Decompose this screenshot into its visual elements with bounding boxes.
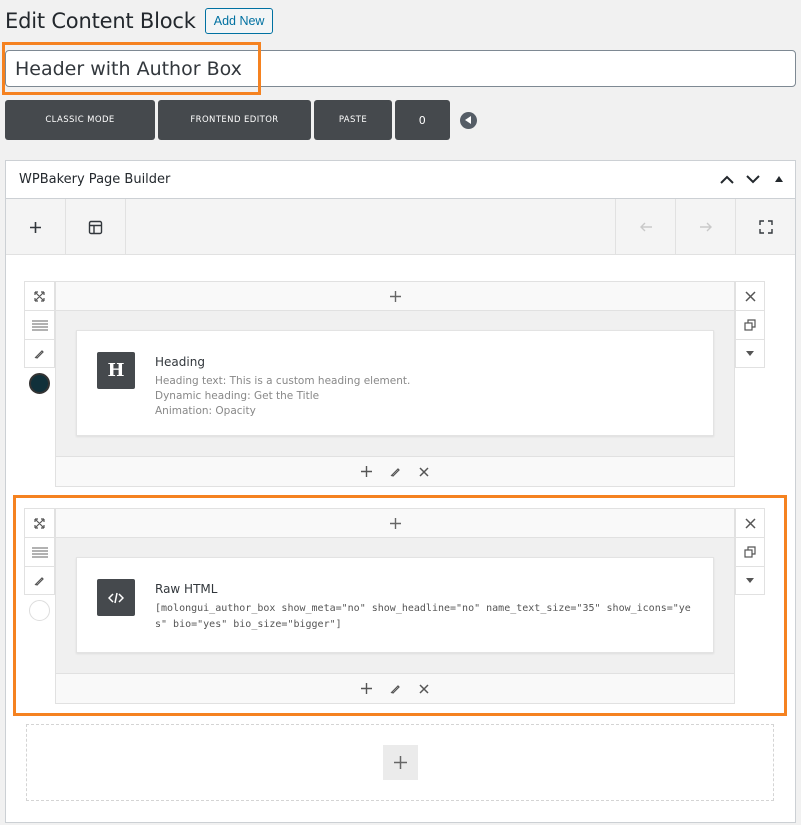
delete-row-button[interactable]	[735, 281, 765, 310]
builder-header-controls	[719, 171, 783, 187]
clone-row-button[interactable]	[735, 310, 765, 339]
row-layout-button[interactable]	[24, 310, 55, 339]
copy-icon	[744, 319, 756, 331]
undo-button[interactable]	[615, 199, 675, 255]
page-header: Edit Content Block Add New	[5, 8, 274, 34]
layout-lines-icon	[31, 547, 48, 557]
pencil-icon[interactable]	[389, 466, 401, 478]
add-row-button[interactable]	[382, 745, 418, 780]
templates-button[interactable]	[66, 199, 126, 255]
pencil-icon[interactable]	[389, 683, 401, 695]
toggle-row-button[interactable]	[735, 566, 765, 595]
paste-button[interactable]: PASTE	[314, 100, 392, 140]
caret-down-icon	[746, 351, 754, 356]
chevron-up-icon[interactable]	[719, 171, 735, 187]
template-icon	[88, 220, 103, 234]
layout-lines-icon	[31, 320, 48, 330]
close-icon	[744, 290, 756, 302]
paste-count-button[interactable]: 0	[395, 100, 450, 140]
pencil-icon	[34, 350, 44, 359]
edit-row-button[interactable]	[24, 566, 55, 595]
element-shortcode: [molongui_author_box show_meta="no" show…	[155, 603, 691, 630]
fullscreen-icon	[758, 220, 773, 234]
heading-icon: H	[97, 352, 135, 389]
plus-icon[interactable]	[360, 466, 372, 478]
caret-down-icon	[746, 578, 754, 583]
chevron-down-icon[interactable]	[745, 171, 761, 187]
page-title: Edit Content Block	[5, 9, 196, 33]
heading-element[interactable]: H Heading Heading text: This is a custom…	[76, 330, 714, 436]
builder-header: WPBakery Page Builder	[6, 161, 795, 199]
row-controls-right	[735, 508, 765, 595]
clone-row-button[interactable]	[735, 537, 765, 566]
plus-icon	[389, 290, 401, 302]
add-row-area	[26, 724, 774, 801]
column-controls	[56, 673, 734, 703]
builder-row-1: H Heading Heading text: This is a custom…	[24, 281, 765, 487]
element-name: Heading	[155, 355, 205, 369]
plus-icon[interactable]	[360, 683, 372, 695]
edit-row-button[interactable]	[24, 339, 55, 368]
builder-navbar	[6, 199, 795, 255]
row-controls-left	[24, 508, 55, 595]
row-color-swatch[interactable]	[29, 373, 50, 394]
move-row-button[interactable]	[24, 508, 55, 537]
toggle-row-button[interactable]	[735, 339, 765, 368]
frontend-editor-button[interactable]: FRONTEND EDITOR	[158, 100, 311, 140]
add-element-to-column-button[interactable]	[56, 282, 734, 311]
row-controls-left	[24, 281, 55, 368]
arrow-right-icon	[699, 222, 712, 232]
editor-mode-toolbar: CLASSIC MODE FRONTEND EDITOR PASTE 0	[5, 100, 477, 140]
move-icon	[34, 290, 45, 302]
column-controls	[56, 456, 734, 486]
close-icon[interactable]	[418, 466, 430, 478]
collapse-arrow-icon[interactable]	[460, 111, 477, 129]
column: Raw HTML [molongui_author_box show_meta=…	[55, 508, 735, 704]
column: H Heading Heading text: This is a custom…	[55, 281, 735, 487]
classic-mode-button[interactable]: CLASSIC MODE	[5, 100, 155, 140]
arrow-left-icon	[639, 222, 652, 232]
redo-button[interactable]	[675, 199, 735, 255]
toggle-panel-icon[interactable]	[775, 176, 783, 182]
move-icon	[34, 517, 45, 529]
code-icon	[97, 579, 135, 616]
row-controls-right	[735, 281, 765, 368]
row-color-swatch[interactable]	[29, 600, 50, 621]
move-row-button[interactable]	[24, 281, 55, 310]
close-icon	[744, 517, 756, 529]
plus-icon	[393, 756, 407, 769]
plus-icon	[30, 221, 41, 233]
copy-icon	[744, 546, 756, 558]
title-input[interactable]	[5, 50, 796, 87]
add-element-to-column-button[interactable]	[56, 509, 734, 538]
row-layout-button[interactable]	[24, 537, 55, 566]
pencil-icon	[34, 577, 44, 586]
fullscreen-button[interactable]	[735, 199, 795, 255]
plus-icon	[389, 517, 401, 529]
builder-row-2: Raw HTML [molongui_author_box show_meta=…	[24, 508, 765, 704]
element-name: Raw HTML	[155, 582, 218, 596]
add-element-button[interactable]	[6, 199, 66, 255]
add-new-button[interactable]: Add New	[204, 8, 274, 34]
element-description: Heading text: This is a custom heading e…	[155, 375, 411, 417]
builder-title: WPBakery Page Builder	[19, 172, 171, 187]
delete-row-button[interactable]	[735, 508, 765, 537]
raw-html-element[interactable]: Raw HTML [molongui_author_box show_meta=…	[76, 557, 714, 653]
close-icon[interactable]	[418, 683, 430, 695]
